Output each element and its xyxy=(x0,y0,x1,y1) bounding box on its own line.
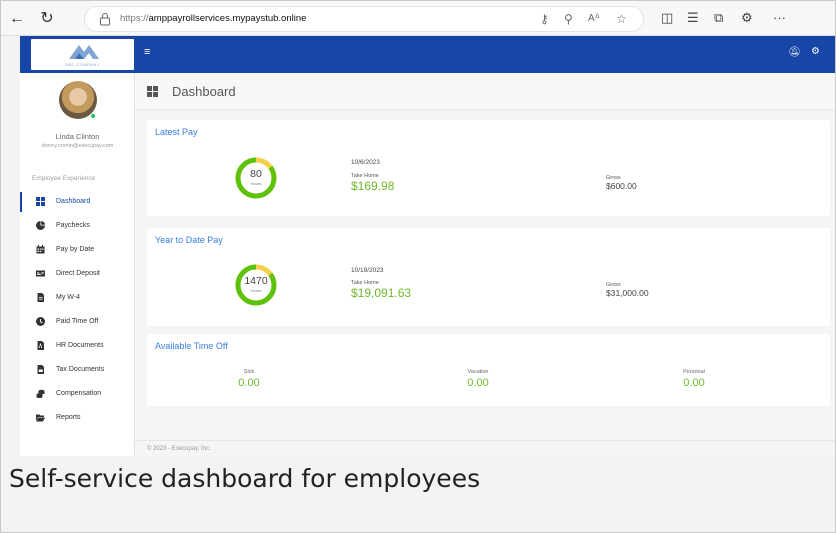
sidebar-item-paychecks[interactable]: Paychecks xyxy=(20,216,134,236)
collections-icon[interactable]: ⧉ xyxy=(714,10,723,26)
time-off-title: Available Time Off xyxy=(155,341,228,351)
vacation-balance: 0.00 xyxy=(467,377,489,389)
document-icon xyxy=(37,293,44,302)
pdf-file-icon xyxy=(37,341,44,350)
coins-icon xyxy=(36,389,45,398)
sick-balance: 0.00 xyxy=(238,377,260,389)
pie-chart-icon xyxy=(36,221,45,230)
latest-pay-hours-unit: Hours xyxy=(250,181,262,186)
sidebar-item-label: Reports xyxy=(56,414,81,421)
latest-pay-take-home-amount: $169.98 xyxy=(351,179,395,193)
sidebar-item-label: Tax Documents xyxy=(56,366,105,373)
sidebar-item-pay-by-date[interactable]: Pay by Date xyxy=(20,240,134,260)
back-arrow-icon[interactable]: ← xyxy=(6,8,28,30)
sidebar-item-label: Compensation xyxy=(56,390,102,397)
clock-icon xyxy=(36,317,45,326)
sidebar-item-label: Dashboard xyxy=(56,198,91,205)
address-bar[interactable]: https://amppayrollservices.mypaystub.onl… xyxy=(84,6,644,32)
personal-balance: 0.00 xyxy=(683,377,705,389)
screenshot-frame: ← ↻ https://amppayrollservices.mypaystub… xyxy=(0,0,836,533)
latest-pay-card: Latest Pay 80 Hours 10/6/2023 Take Home … xyxy=(147,120,830,216)
ytd-pay-hours: 1470 xyxy=(244,275,268,287)
payroll-app: ABC COMPANY ≡ 🔕︎ ⚙ Linda Clinton sherry.… xyxy=(20,36,835,456)
sidebar-item-label: Paychecks xyxy=(56,222,90,229)
more-options-icon[interactable]: ··· xyxy=(773,10,786,25)
calendar-icon xyxy=(36,245,45,254)
company-logo[interactable]: ABC COMPANY xyxy=(31,39,134,70)
notifications-off-icon[interactable]: 🔕︎ xyxy=(788,47,801,58)
latest-pay-date: 10/6/2023 xyxy=(351,159,380,166)
browser-toolbar: ← ↻ https://amppayrollservices.mypaystub… xyxy=(1,1,835,36)
settings-gear-icon[interactable]: ⚙ xyxy=(811,46,820,57)
sidebar-item-hr-documents[interactable]: HR Documents xyxy=(20,336,134,356)
sidebar-item-reports[interactable]: Reports xyxy=(20,408,134,428)
page-title: Dashboard xyxy=(172,84,236,99)
folder-open-icon xyxy=(36,414,45,422)
user-email: sherry.cronin@execupay.com xyxy=(41,143,114,149)
app-topbar: ABC COMPANY ≡ 🔕︎ ⚙ xyxy=(20,36,835,73)
ytd-pay-hours-ring: 1470 Hours xyxy=(235,264,277,306)
read-aloud-icon[interactable]: Aᐞ xyxy=(588,13,600,24)
sidebar-item-label: My W-4 xyxy=(56,294,80,301)
online-status-indicator xyxy=(90,113,96,119)
extensions-icon[interactable]: ⚙ xyxy=(741,10,753,26)
sidebar-item-tax-documents[interactable]: Tax Documents xyxy=(20,360,134,380)
sidebar-item-compensation[interactable]: Compensation xyxy=(20,384,134,404)
url-text: https://amppayrollservices.mypaystub.onl… xyxy=(120,13,307,24)
latest-pay-hours-ring: 80 Hours xyxy=(235,157,277,199)
personal-label: Personal xyxy=(683,369,705,375)
ytd-pay-hours-unit: Hours xyxy=(250,288,262,293)
ytd-pay-date: 10/19/2023 xyxy=(351,267,384,274)
ytd-pay-take-home-amount: $19,091.63 xyxy=(351,286,412,300)
company-logo-mark-icon xyxy=(69,45,99,59)
dashboard-icon xyxy=(36,197,45,206)
copyright-text: © 2023 - Execupay, Inc. xyxy=(147,446,211,452)
lock-icon xyxy=(100,13,110,26)
sidebar-item-label: Paid Time Off xyxy=(56,318,99,325)
sidebar-item-paid-time-off[interactable]: Paid Time Off xyxy=(20,312,134,332)
refresh-icon[interactable]: ↻ xyxy=(36,8,58,30)
money-bill-icon xyxy=(36,270,45,277)
sidebar-item-label: Pay by Date xyxy=(56,246,95,253)
latest-pay-title: Latest Pay xyxy=(155,127,198,137)
vacation-label: Vacation xyxy=(467,369,489,375)
sidebar: Linda Clinton sherry.cronin@execupay.com… xyxy=(20,73,135,456)
sick-label: Sick xyxy=(243,369,255,375)
zoom-icon[interactable]: ⚲ xyxy=(564,12,573,26)
sidebar-item-direct-deposit[interactable]: Direct Deposit xyxy=(20,264,134,284)
sidebar-section-label: Employee Experience xyxy=(32,175,96,182)
menu-toggle-icon[interactable]: ≡ xyxy=(144,46,150,58)
file-icon xyxy=(37,365,44,374)
sidebar-item-dashboard[interactable]: Dashboard xyxy=(20,192,134,212)
sidebar-item-my-w4[interactable]: My W-4 xyxy=(20,288,134,308)
latest-pay-hours: 80 xyxy=(250,168,262,180)
ytd-pay-gross-amount: $31,000.00 xyxy=(606,288,649,298)
sidebar-item-label: HR Documents xyxy=(56,342,104,349)
ytd-pay-title: Year to Date Pay xyxy=(155,235,223,245)
user-name: Linda Clinton xyxy=(55,132,100,141)
page-header: Dashboard xyxy=(135,73,835,110)
dashboard-icon xyxy=(147,86,158,97)
available-time-off-card: Available Time Off Sick 0.00 Vacation 0.… xyxy=(147,334,830,406)
favorites-list-icon[interactable]: ☰ xyxy=(687,10,699,26)
page-footer: © 2023 - Execupay, Inc. xyxy=(135,440,835,456)
favorite-star-icon[interactable]: ☆ xyxy=(616,12,627,26)
ytd-pay-card: Year to Date Pay 1470 Hours 10/19/2023 T… xyxy=(147,228,830,326)
sidebar-item-label: Direct Deposit xyxy=(56,270,100,277)
image-caption: Self-service dashboard for employees xyxy=(9,464,481,493)
key-icon[interactable]: ⚷ xyxy=(540,12,549,26)
latest-pay-gross-amount: $600.00 xyxy=(606,181,637,191)
split-screen-icon[interactable]: ◫ xyxy=(661,10,673,26)
